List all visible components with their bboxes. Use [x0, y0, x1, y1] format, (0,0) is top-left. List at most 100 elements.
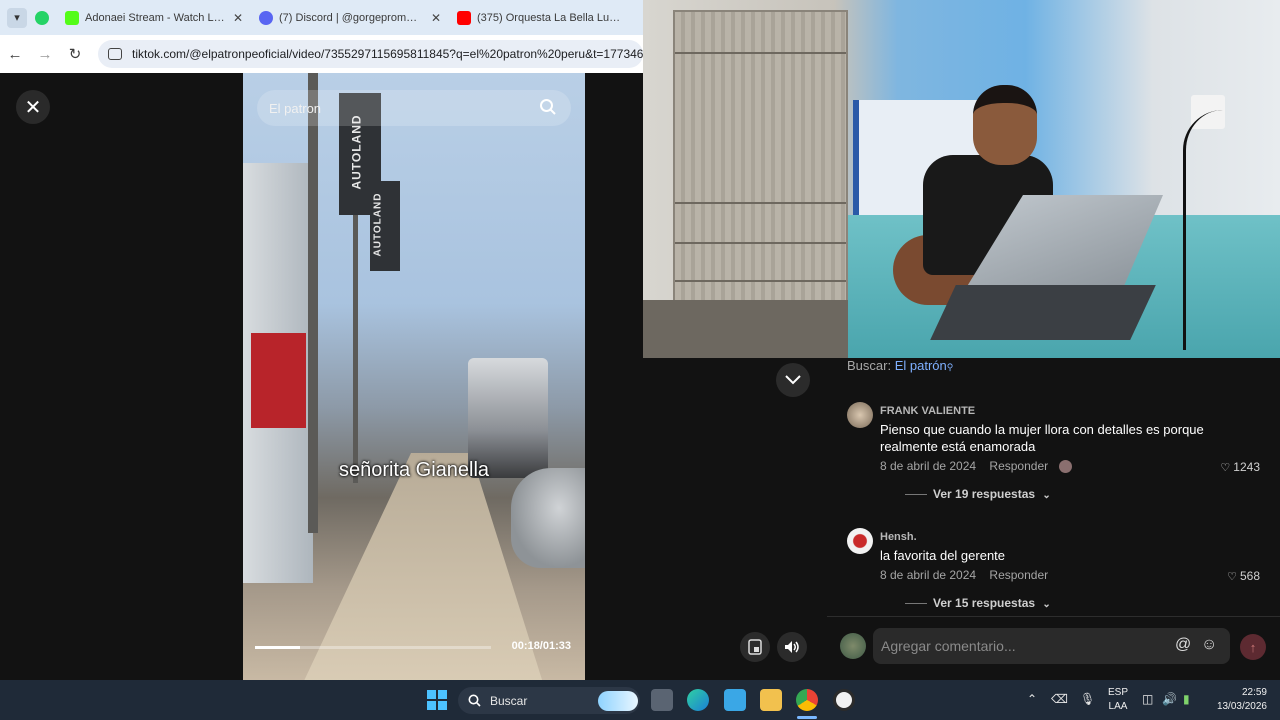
taskbar-search[interactable]: Buscar: [458, 687, 640, 714]
comment-input[interactable]: Agregar comentario... @ ☺: [873, 628, 1230, 664]
tab-discord[interactable]: (7) Discord | @gorgepromoter ✕: [251, 0, 449, 35]
start-logo-pane: [427, 701, 436, 710]
mic-muted-icon[interactable]: ⌫: [1051, 692, 1068, 706]
wardrobe-shelf: [675, 52, 846, 54]
comment-username[interactable]: FRANK VALIENTE: [880, 405, 975, 417]
mention-icon[interactable]: @: [1175, 636, 1191, 654]
tiktok-left-panel: [0, 73, 243, 680]
post-comment-button[interactable]: ↑: [1240, 634, 1266, 660]
related-search[interactable]: Buscar: El patrón⚲: [847, 358, 953, 373]
video-player[interactable]: AUTOLAND AUTOLAND El patron señorita Gia…: [243, 73, 585, 680]
task-view-icon[interactable]: [651, 689, 673, 711]
microphone-icon[interactable]: 🎙: [1080, 692, 1095, 706]
avatar[interactable]: [847, 402, 873, 428]
reply-button[interactable]: Responder: [989, 568, 1048, 582]
webcam-scene-floor: [643, 300, 848, 358]
next-video-button[interactable]: [776, 363, 810, 397]
start-logo-pane: [438, 690, 447, 699]
search-icon[interactable]: [539, 98, 557, 116]
volume-icon[interactable]: 🔊: [1162, 692, 1177, 706]
view-replies-button[interactable]: Ver 19 respuestas ⌄: [905, 487, 1051, 501]
screen: ▾ Adonaei Stream - Watch Live o ✕ (7) Di…: [0, 0, 1280, 720]
chevron-down-icon: [785, 375, 801, 385]
floating-player-button[interactable]: [740, 632, 770, 662]
emoji-icon[interactable]: ☺: [1201, 636, 1217, 654]
back-icon[interactable]: ←: [0, 46, 30, 63]
tab-kick[interactable]: Adonaei Stream - Watch Live o ✕: [57, 0, 251, 35]
obs-icon[interactable]: [833, 689, 855, 711]
related-search-keyword[interactable]: El patrón: [895, 358, 947, 373]
video-scene-banner: AUTOLAND: [370, 181, 400, 271]
browser-toolbar: ← → ↻ tiktok.com/@elpatronpeoficial/vide…: [0, 35, 643, 73]
address-bar[interactable]: tiktok.com/@elpatronpeoficial/video/7355…: [98, 40, 643, 68]
like-button[interactable]: ♡ 1243: [1220, 460, 1260, 474]
tab-title: Adonaei Stream - Watch Live o: [85, 11, 225, 24]
chevron-up-icon[interactable]: ⌃: [1027, 692, 1037, 706]
start-logo-pane: [438, 701, 447, 710]
related-search-prefix: Buscar:: [847, 358, 892, 373]
close-tab-icon[interactable]: ✕: [233, 11, 243, 25]
person-head: [973, 85, 1037, 165]
tab-title: (7) Discord | @gorgepromoter: [279, 11, 423, 24]
wardrobe-shelf: [675, 280, 846, 282]
like-count: 1243: [1233, 460, 1260, 474]
pip-icon: [748, 639, 762, 655]
comment-meta: 8 de abril de 2024 Responder: [880, 568, 1048, 582]
heart-icon: ♡: [1227, 571, 1237, 583]
webcam-overlay: [643, 0, 1280, 358]
heart-icon: ♡: [1220, 462, 1231, 474]
close-video-button[interactable]: ✕: [16, 90, 50, 124]
site-info-icon[interactable]: [108, 48, 122, 60]
comment-text: Pienso que cuando la mujer llora con det…: [880, 422, 1204, 454]
start-logo-pane: [427, 690, 436, 699]
reload-icon[interactable]: ↻: [60, 45, 90, 63]
view-replies-button[interactable]: Ver 15 respuestas ⌄: [905, 596, 1051, 610]
volume-button[interactable]: [777, 632, 807, 662]
comments-panel: Buscar: El patrón⚲ FRANK VALIENTE Pienso…: [827, 358, 1280, 680]
tab-search-chevron-icon[interactable]: ▾: [7, 7, 27, 28]
comment-meta: 8 de abril de 2024 Responder: [880, 459, 1073, 474]
video-progress-bar[interactable]: [255, 646, 491, 649]
video-time: 00:18/01:33: [511, 640, 571, 652]
battery-icon[interactable]: ▮: [1183, 692, 1190, 706]
network-icon[interactable]: ◫: [1142, 692, 1153, 706]
divider: [827, 616, 1280, 617]
arrow-up-icon: ↑: [1249, 639, 1257, 655]
divider-dash: [905, 603, 927, 605]
tab-youtube[interactable]: (375) Orquesta La Bella Luz - M: [449, 0, 629, 35]
webcam-scene-cable: [1183, 110, 1223, 350]
edge-icon[interactable]: [687, 689, 709, 711]
url-text: tiktok.com/@elpatronpeoficial/video/7355…: [132, 47, 643, 61]
divider-dash: [905, 494, 927, 496]
clock-time: 22:59: [1241, 687, 1267, 698]
store-icon[interactable]: [724, 689, 746, 711]
keyboard-layout: LAA: [1108, 701, 1128, 712]
file-explorer-icon[interactable]: [760, 689, 782, 711]
like-count: 568: [1239, 569, 1260, 583]
like-button[interactable]: ♡ 568: [1227, 569, 1260, 583]
taskbar-search-label: Buscar: [490, 693, 528, 708]
taskbar-clock[interactable]: 22:59 13/03/2026: [1205, 686, 1267, 714]
speaker-icon: [785, 641, 799, 653]
close-tab-icon[interactable]: ✕: [431, 11, 441, 25]
reply-button[interactable]: Responder: [989, 459, 1048, 473]
search-icon: [468, 694, 481, 707]
chrome-icon[interactable]: [796, 689, 818, 711]
video-progress-fill: [255, 646, 300, 649]
tiktok-search-bar[interactable]: El patron: [257, 90, 571, 126]
comment-username[interactable]: Hensh.: [880, 531, 917, 543]
wardrobe-shelf: [675, 202, 846, 204]
clock-date: 13/03/2026: [1216, 701, 1267, 712]
input-language[interactable]: ESP LAA: [1106, 686, 1130, 714]
youtube-icon: [457, 10, 471, 25]
chevron-down-icon: ⌄: [1042, 599, 1051, 610]
avatar[interactable]: [847, 528, 873, 554]
tab-title: (375) Orquesta La Bella Luz - M: [477, 11, 621, 24]
windows-start-icon[interactable]: [427, 690, 447, 710]
pinned-tab-whatsapp[interactable]: [27, 0, 57, 35]
language-code: ESP: [1107, 687, 1128, 698]
search-highlight-icon: [598, 691, 638, 711]
forward-icon[interactable]: →: [30, 46, 60, 63]
view-replies-label: Ver 19 respuestas: [933, 487, 1036, 501]
avatar[interactable]: [840, 633, 866, 659]
